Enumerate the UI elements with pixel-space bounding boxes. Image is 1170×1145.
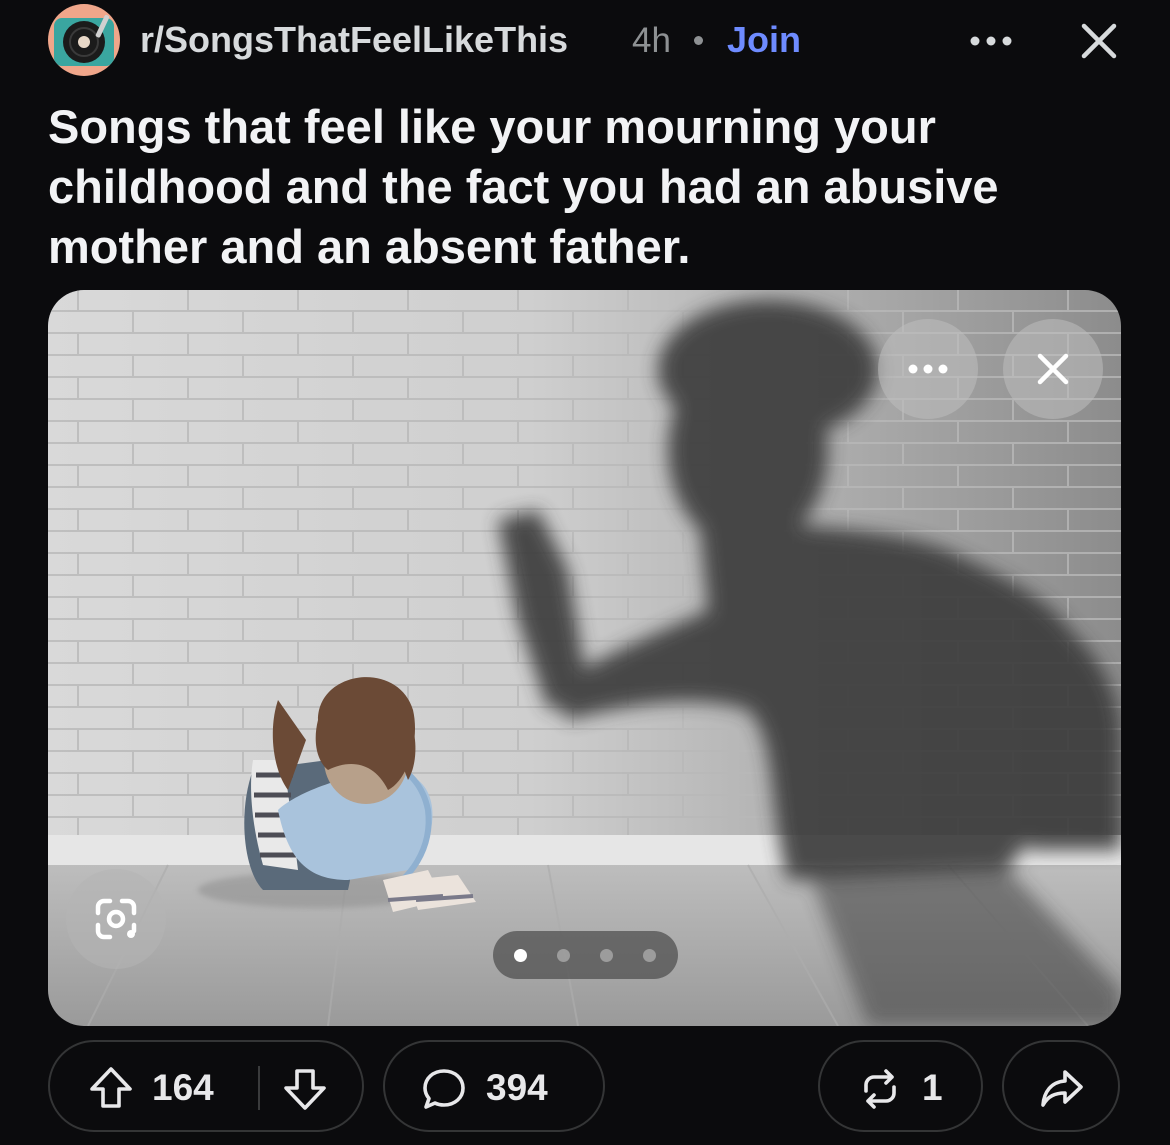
image-close-button[interactable]	[1003, 319, 1103, 419]
share-icon	[1039, 1066, 1085, 1112]
vote-bar: 164	[48, 1040, 364, 1132]
gallery-pagination[interactable]	[493, 931, 678, 979]
image-more-button[interactable]	[878, 319, 978, 419]
google-lens-button[interactable]	[66, 869, 166, 969]
separator-dot	[694, 36, 703, 45]
upvote-arrow-icon[interactable]	[88, 1065, 134, 1111]
ellipsis-icon	[908, 364, 948, 374]
vote-divider	[258, 1066, 260, 1110]
post-header: r/SongsThatFeelLikeThis 4h Join	[0, 0, 1170, 90]
subreddit-avatar[interactable]	[48, 4, 120, 76]
page-dot-4[interactable]	[643, 949, 656, 962]
page-dot-1[interactable]	[514, 949, 527, 962]
comment-bubble-icon	[421, 1066, 467, 1112]
join-button[interactable]: Join	[727, 19, 801, 61]
comment-count: 394	[486, 1067, 548, 1108]
post-title[interactable]: Songs that feel like your mourning your …	[48, 97, 1128, 277]
post-image[interactable]	[48, 290, 1121, 1026]
repost-icon	[858, 1067, 902, 1111]
repost-count: 1	[922, 1067, 943, 1108]
upvote-count: 164	[152, 1067, 214, 1108]
repost-button[interactable]: 1	[818, 1040, 983, 1132]
subreddit-name[interactable]: r/SongsThatFeelLikeThis	[140, 19, 568, 61]
ellipsis-icon[interactable]	[966, 26, 1016, 56]
page-dot-3[interactable]	[600, 949, 613, 962]
downvote-arrow-icon[interactable]	[282, 1066, 328, 1112]
close-icon[interactable]	[1076, 18, 1122, 64]
close-icon	[1037, 353, 1069, 385]
page-dot-2[interactable]	[557, 949, 570, 962]
google-lens-icon	[95, 898, 137, 940]
post-time: 4h	[632, 21, 671, 60]
share-button[interactable]	[1002, 1040, 1120, 1132]
comments-button[interactable]: 394	[383, 1040, 605, 1132]
